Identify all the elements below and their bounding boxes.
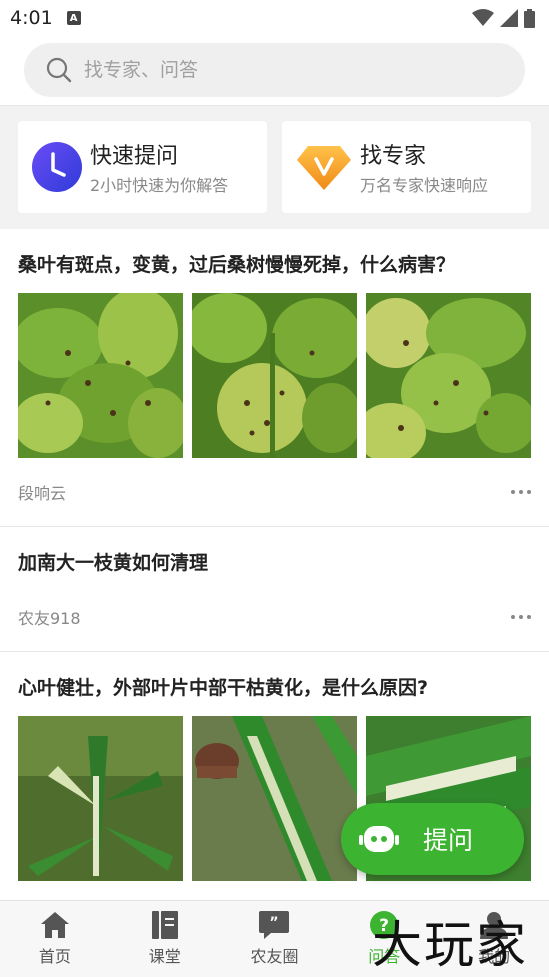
mulberry-leaf-photo[interactable] [192,293,357,458]
post-title: 心叶健壮，外部叶片中部干枯黄化，是什么原因? [18,677,429,699]
post-title: 加南大一枝黄如何清理 [18,552,209,574]
clock-icon [32,142,82,192]
ask-question-label: 提问 [423,826,474,855]
corn-leaf-photo[interactable] [192,716,357,881]
wifi-icon [472,9,494,26]
tab-home[interactable]: 首页 [0,901,110,977]
quick-question-subtitle: 2小时快速为你解答 [90,176,229,195]
chat-quote-icon: ” [259,911,290,939]
bottom-tab-bar: 首页 课堂 ” 农友圈 ? 问答 我的 [0,900,549,977]
post-images [18,293,531,458]
search-icon [46,57,72,83]
tab-label: 我的 [478,947,511,966]
tab-classroom[interactable]: 课堂 [110,901,220,977]
svg-text:”: ” [270,915,279,931]
find-expert-title: 找专家 [360,144,427,169]
mulberry-leaf-photo[interactable] [366,293,531,458]
find-expert-card[interactable]: 找专家 万名专家快速响应 [282,121,531,213]
quick-question-card[interactable]: 快速提问 2小时快速为你解答 [18,121,267,213]
corn-plant-photo[interactable] [18,716,183,881]
tab-label: 农友圈 [250,947,299,966]
tab-label: 课堂 [148,947,181,966]
post-author: 农友918 [18,609,81,628]
search-input[interactable] [84,59,464,81]
mulberry-leaf-photo[interactable] [18,293,183,458]
search-bar[interactable] [24,43,525,97]
signal-icon [500,9,518,27]
ask-question-button[interactable]: 提问 [341,803,524,875]
question-icon: ? [370,911,399,939]
question-post[interactable]: 加南大一枝黄如何清理 农友918 [0,527,549,652]
notification-a-icon: A [66,11,81,25]
user-icon [480,912,509,939]
post-title: 桑叶有斑点，变黄，过后桑树慢慢死掉，什么病害？ [18,254,456,276]
svg-text:?: ? [379,916,389,936]
book-icon [151,911,178,939]
tab-qa[interactable]: ? 问答 [329,901,439,977]
tab-community[interactable]: ” 农友圈 [220,901,330,977]
find-expert-subtitle: 万名专家快速响应 [360,176,489,195]
quick-actions: 快速提问 2小时快速为你解答 找专家 万名专家快速响应 [0,105,549,229]
tab-label: 问答 [368,947,401,966]
quick-question-title: 快速提问 [90,144,179,169]
status-bar: 4:01 A [0,0,549,36]
battery-icon [524,8,535,28]
clock-time: 4:01 [10,7,53,29]
robot-icon [359,826,399,852]
more-options-icon[interactable] [511,615,531,619]
search-section [0,36,549,105]
v-diamond-icon [297,146,351,190]
more-options-icon[interactable] [511,490,531,494]
question-post[interactable]: 桑叶有斑点，变黄，过后桑树慢慢死掉，什么病害？ 段响云 [0,229,549,527]
home-icon [40,912,69,938]
tab-label: 首页 [38,947,71,966]
post-author: 段响云 [18,484,67,503]
tab-profile[interactable]: 我的 [439,901,549,977]
